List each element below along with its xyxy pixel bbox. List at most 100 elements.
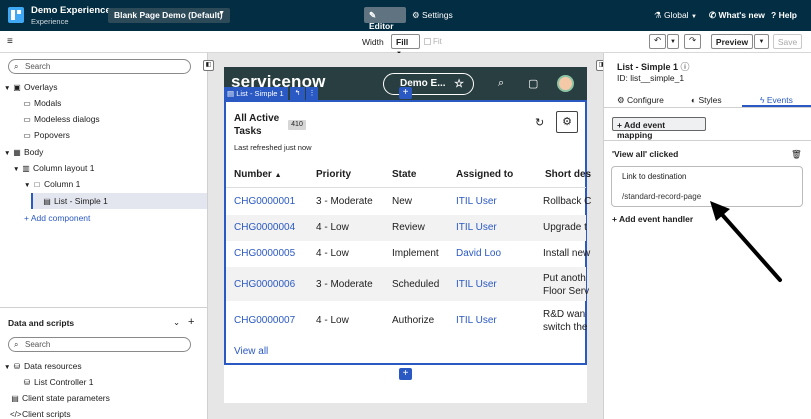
help-button[interactable]: ? Help (771, 10, 797, 20)
star-icon: ☆ (454, 78, 464, 90)
refresh-icon[interactable]: ↻ (535, 116, 544, 129)
tree-item-column-layout[interactable]: ▼ ▥ Column layout 1 (13, 163, 94, 173)
config-title-label: List - Simple 1 (617, 62, 679, 72)
tree-item-overlays[interactable]: ▼ ▣ Overlays (4, 82, 58, 92)
column-header-assigned[interactable]: Assigned to (456, 169, 513, 180)
undo-button[interactable]: ↶ (649, 34, 666, 49)
state-cell: Authorize (392, 315, 435, 326)
chat-icon[interactable]: ▢ (528, 77, 538, 90)
tree-search-input[interactable]: ⌕ Search (8, 59, 191, 74)
tree-item-client-scripts[interactable]: </>Client scripts (10, 409, 71, 419)
chevron-down-icon: ▼ (758, 39, 765, 45)
short-desc-cell: Put anoth (543, 273, 586, 284)
tabs-divider (604, 107, 811, 108)
search-icon: ⌕ (14, 340, 19, 349)
add-component-link[interactable]: + Add component (24, 213, 90, 223)
tab-editor[interactable]: ✎ Editor (364, 7, 406, 31)
list-settings-button[interactable]: ⚙ (556, 111, 578, 133)
expand-triangle-icon: ▼ (4, 85, 11, 92)
width-select-value: Fill (396, 37, 409, 47)
popover-icon: ▭ (23, 131, 31, 140)
data-search-input[interactable]: ⌕ Search (8, 337, 191, 352)
tab-configure[interactable]: ⚙ Configure (617, 95, 664, 106)
search-placeholder: Search (25, 62, 51, 71)
avatar[interactable] (557, 75, 574, 92)
save-button[interactable]: Save (773, 34, 802, 49)
sort-asc-icon: ▲ (274, 172, 282, 179)
short-desc-cell: Upgrade t (543, 222, 587, 233)
add-data-button[interactable]: + (188, 316, 194, 328)
tab-settings-label: Settings (422, 10, 453, 20)
whats-new-button[interactable]: ✆ What's new (709, 10, 765, 21)
assigned-link[interactable]: ITIL User (456, 279, 497, 290)
assigned-link[interactable]: ITIL User (456, 196, 497, 207)
add-component-below-button[interactable]: + (399, 368, 412, 380)
page-select[interactable]: Blank Page Demo (Default) ▼ (108, 8, 230, 23)
trash-icon[interactable]: 🗑 (791, 149, 802, 160)
column-header-short-desc[interactable]: Short des (545, 169, 591, 180)
chevron-down-icon: ▼ (690, 14, 697, 20)
tree-item-modals[interactable]: ▭ Modals (22, 98, 61, 108)
menu-icon[interactable]: ≡ (7, 36, 13, 47)
tree-item-modeless[interactable]: ▭ Modeless dialogs (22, 114, 99, 124)
record-number-link[interactable]: CHG0000004 (234, 222, 295, 233)
global-label: Global (664, 10, 689, 20)
tree-item-list[interactable]: ▤ List - Simple 1 (42, 196, 108, 206)
tree-item-data-resources[interactable]: ▼ ⛁ Data resources (4, 361, 82, 371)
tree-item-list-controller[interactable]: ⛁ List Controller 1 (22, 377, 94, 387)
short-desc-cell: Rollback C (543, 196, 592, 207)
select-parent-icon[interactable]: ↰ (290, 87, 305, 100)
gear-icon: ⚙ (412, 10, 420, 20)
record-number-link[interactable]: CHG0000007 (234, 315, 295, 326)
tab-editor-label: Editor (369, 21, 394, 31)
page-select-label: Blank Page Demo (Default) (114, 10, 223, 20)
assigned-link[interactable]: David Loo (456, 248, 501, 259)
column-header-priority[interactable]: Priority (316, 169, 351, 180)
search-icon[interactable]: ⌕ (498, 77, 504, 90)
component-tag-label: List - Simple 1 (236, 89, 284, 98)
add-event-handler-button[interactable]: + Add event handler (612, 214, 693, 224)
assigned-link[interactable]: ITIL User (456, 315, 497, 326)
undo-history-button[interactable]: ▼ (667, 34, 679, 49)
redo-button[interactable]: ↷ (684, 34, 701, 49)
tree-item-client-state[interactable]: ▤ Client state parameters (10, 393, 110, 403)
global-scope-button[interactable]: ⚗ Global ▼ (654, 10, 697, 21)
assigned-link[interactable]: ITIL User (456, 222, 497, 233)
tab-events[interactable]: ϟ Events (760, 95, 793, 105)
tab-styles[interactable]: ◐ Styles (691, 95, 722, 105)
add-component-above-button[interactable]: + (399, 87, 412, 99)
tree-item-popovers[interactable]: ▭ Popovers (22, 130, 70, 140)
tree-item-label: Body (24, 147, 44, 157)
tab-label: Styles (698, 95, 722, 105)
column-header-number[interactable]: Number ▲ (234, 169, 282, 180)
record-number-link[interactable]: CHG0000001 (234, 196, 295, 207)
fit-checkbox[interactable]: Fit (424, 37, 442, 46)
info-icon[interactable]: ⓘ (681, 62, 690, 72)
collapse-left-panel-icon[interactable]: ◧ (203, 60, 214, 71)
preview-options-button[interactable]: ▼ (754, 34, 769, 49)
state-cell: Scheduled (392, 279, 440, 290)
tab-settings[interactable]: ⚙ Settings (412, 10, 453, 21)
demo-experience-pill[interactable]: Demo E... ☆ (383, 73, 474, 95)
width-select[interactable]: Fill ▼ (391, 34, 420, 57)
column-header-state[interactable]: State (392, 169, 416, 180)
tree-item-column[interactable]: ▼ □ Column 1 (24, 179, 80, 189)
short-desc-cell-line2: Floor Serv (543, 286, 590, 297)
last-refreshed-text: Last refreshed just now (234, 143, 312, 152)
data-scripts-title: Data and scripts (8, 318, 75, 328)
body-icon: ▦ (13, 148, 21, 157)
modal-icon: ▭ (23, 115, 31, 124)
whats-new-label: What's new (718, 10, 765, 20)
annotation-arrow-icon (710, 201, 782, 282)
component-tag[interactable]: ▤ List - Simple 1 (224, 87, 288, 100)
chevron-down-icon[interactable]: ⌄ (173, 317, 180, 328)
short-desc-cell: R&D wan (543, 309, 586, 320)
add-event-mapping-button[interactable]: + Add event mapping (612, 117, 706, 140)
view-all-link[interactable]: View all (234, 346, 268, 357)
more-options-icon[interactable]: ⋮ (306, 87, 318, 100)
record-number-link[interactable]: CHG0000006 (234, 279, 295, 290)
record-number-link[interactable]: CHG0000005 (234, 248, 295, 259)
panel-divider (0, 307, 208, 308)
preview-button[interactable]: Preview (711, 34, 753, 49)
tree-item-body[interactable]: ▼ ▦ Body (4, 147, 43, 157)
